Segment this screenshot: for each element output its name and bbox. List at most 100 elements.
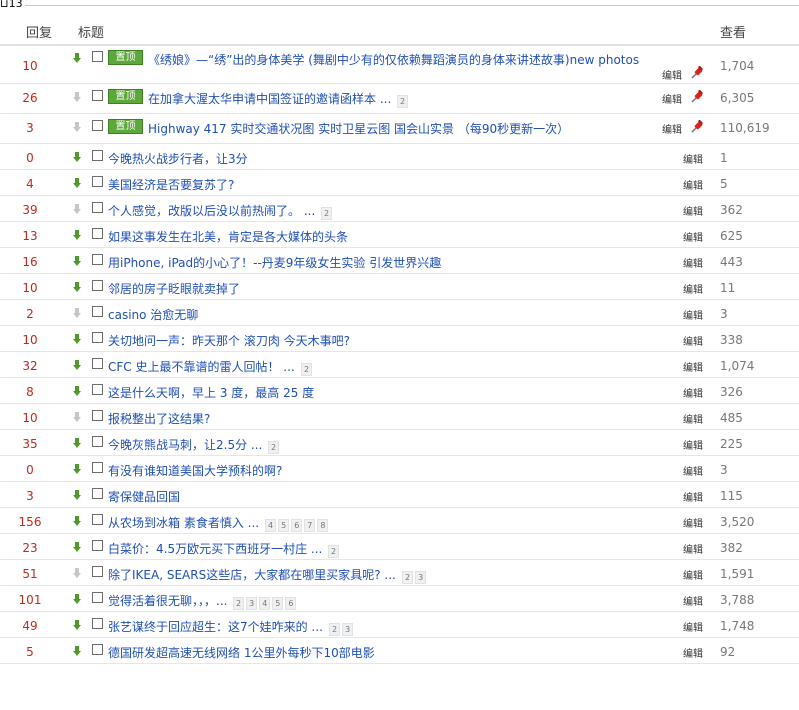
thread-title-link[interactable]: 白菜价：4.5万欧元买下西班牙一村庄 ... bbox=[108, 540, 322, 557]
thread-title-link[interactable]: 寄保健品回国 bbox=[108, 488, 180, 505]
edit-link[interactable]: 编辑 bbox=[683, 359, 703, 374]
edit-link[interactable]: 编辑 bbox=[683, 203, 703, 218]
view-count: 1,748 bbox=[720, 619, 755, 633]
thread-title-link[interactable]: 美国经济是否要复苏了? bbox=[108, 176, 234, 193]
page-link[interactable]: 3 bbox=[246, 597, 258, 610]
thread-title-link[interactable]: 今晚热火战步行者，让3分 bbox=[108, 150, 248, 167]
thread-checkbox[interactable] bbox=[92, 540, 103, 551]
page-link[interactable]: 8 bbox=[317, 519, 329, 532]
thread-checkbox[interactable] bbox=[92, 280, 103, 291]
edit-link[interactable]: 编辑 bbox=[683, 489, 703, 504]
page-link[interactable]: 5 bbox=[278, 519, 290, 532]
thread-checkbox[interactable] bbox=[92, 332, 103, 343]
edit-link[interactable]: 编辑 bbox=[683, 593, 703, 608]
thread-checkbox[interactable] bbox=[92, 592, 103, 603]
thread-title-link[interactable]: 关切地问一声：昨天那个 滚刀肉 今天木事吧? bbox=[108, 332, 350, 349]
edit-link[interactable]: 编辑 bbox=[683, 281, 703, 296]
page-link[interactable]: 7 bbox=[304, 519, 316, 532]
edit-link[interactable]: 编辑 bbox=[662, 67, 682, 82]
edit-link[interactable]: 编辑 bbox=[683, 255, 703, 270]
edit-link[interactable]: 编辑 bbox=[662, 121, 682, 136]
edit-link[interactable]: 编辑 bbox=[683, 437, 703, 452]
page-link[interactable]: 2 bbox=[397, 95, 409, 108]
page-link[interactable]: 6 bbox=[285, 597, 297, 610]
thread-title-link[interactable]: 这是什么天啊，早上 3 度，最高 25 度 bbox=[108, 384, 314, 401]
thread-title-link[interactable]: 张艺谋终于回应超生：这7个娃咋来的 ... bbox=[108, 618, 323, 635]
edit-link[interactable]: 编辑 bbox=[683, 177, 703, 192]
edit-link[interactable]: 编辑 bbox=[683, 567, 703, 582]
thread-title-link[interactable]: 用iPhone, iPad的小心了！--丹麦9年级女生实验 引发世界兴趣 bbox=[108, 254, 441, 271]
page-link[interactable]: 3 bbox=[342, 623, 354, 636]
edit-link[interactable]: 编辑 bbox=[662, 91, 682, 106]
thread-title-link[interactable]: 邻居的房子眨眼就卖掉了 bbox=[108, 280, 240, 297]
thread-title-link[interactable]: Highway 417 实时交通状况图 实时卫星云图 国会山实景 （每90秒更新… bbox=[148, 120, 569, 137]
thread-checkbox[interactable] bbox=[92, 488, 103, 499]
page-links: 2 bbox=[328, 543, 341, 558]
page-link[interactable]: 5 bbox=[272, 597, 284, 610]
edit-link[interactable]: 编辑 bbox=[683, 307, 703, 322]
edit-link[interactable]: 编辑 bbox=[683, 229, 703, 244]
page-link[interactable]: 3 bbox=[415, 571, 427, 584]
thread-checkbox[interactable] bbox=[92, 51, 103, 62]
edit-link[interactable]: 编辑 bbox=[683, 645, 703, 660]
thread-title-link[interactable]: 如果这事发生在北美，肯定是各大媒体的头条 bbox=[108, 228, 348, 245]
thread-title-link[interactable]: 觉得活着很无聊，，，... bbox=[108, 592, 227, 609]
view-count: 338 bbox=[720, 333, 743, 347]
thread-title-link[interactable]: 《绣娘》—“绣”出的身体美学 (舞剧中少有的仅依赖舞蹈演员的身体来讲述故事)ne… bbox=[148, 51, 639, 68]
thread-title-link[interactable]: 除了IKEA, SEARS这些店，大家都在哪里买家具呢? ... bbox=[108, 566, 396, 583]
header-replies[interactable]: 回复 bbox=[26, 22, 52, 41]
thread-title-link[interactable]: 个人感觉，改版以后没以前热闹了。 ... bbox=[108, 202, 315, 219]
page-link[interactable]: 2 bbox=[329, 623, 341, 636]
thread-title-link[interactable]: 德国研发超高速无线网络 1公里外每秒下10部电影 bbox=[108, 644, 375, 661]
thread-checkbox[interactable] bbox=[92, 566, 103, 577]
edit-link[interactable]: 编辑 bbox=[683, 515, 703, 530]
page-link[interactable]: 2 bbox=[301, 363, 313, 376]
thread-checkbox[interactable] bbox=[92, 644, 103, 655]
edit-link[interactable]: 编辑 bbox=[683, 411, 703, 426]
edit-link[interactable]: 编辑 bbox=[683, 151, 703, 166]
page-link[interactable]: 2 bbox=[321, 207, 333, 220]
thread-title-link[interactable]: 从农场到冰箱 素食者慎入 ... bbox=[108, 514, 259, 531]
page-link[interactable]: 2 bbox=[233, 597, 245, 610]
thread-checkbox[interactable] bbox=[92, 150, 103, 161]
thread-list: 10 置顶 《绣娘》—“绣”出的身体美学 (舞剧中少有的仅依赖舞蹈演员的身体来讲述故… bbox=[0, 46, 799, 664]
view-count: 362 bbox=[720, 203, 743, 217]
thread-title-link[interactable]: 在加拿大渥太华申请中国签证的邀请函样本 ... bbox=[148, 90, 391, 107]
thread-checkbox[interactable] bbox=[92, 462, 103, 473]
page-link[interactable]: 4 bbox=[265, 519, 277, 532]
page-link[interactable]: 2 bbox=[328, 545, 340, 558]
thread-checkbox[interactable] bbox=[92, 306, 103, 317]
thread-checkbox[interactable] bbox=[92, 618, 103, 629]
thread-checkbox[interactable] bbox=[92, 228, 103, 239]
thread-checkbox[interactable] bbox=[92, 514, 103, 525]
page-link[interactable]: 6 bbox=[291, 519, 303, 532]
page-link[interactable]: 2 bbox=[402, 571, 414, 584]
thread-checkbox[interactable] bbox=[92, 254, 103, 265]
thread-title-link[interactable]: 报税整出了这结果? bbox=[108, 410, 210, 427]
edit-link[interactable]: 编辑 bbox=[683, 463, 703, 478]
thread-checkbox[interactable] bbox=[92, 202, 103, 213]
thread-checkbox[interactable] bbox=[92, 410, 103, 421]
page-link[interactable]: 2 bbox=[268, 441, 280, 454]
header-title[interactable]: 标题 bbox=[78, 22, 104, 41]
reply-count: 3 bbox=[26, 121, 34, 135]
view-count: 1,591 bbox=[720, 567, 755, 581]
reply-count: 26 bbox=[22, 91, 38, 105]
page-link[interactable]: 4 bbox=[259, 597, 271, 610]
thread-checkbox[interactable] bbox=[92, 358, 103, 369]
thread-title-link[interactable]: 有没有谁知道美国大学预科的啊? bbox=[108, 462, 282, 479]
thread-checkbox[interactable] bbox=[92, 436, 103, 447]
thread-checkbox[interactable] bbox=[92, 90, 103, 101]
edit-link[interactable]: 编辑 bbox=[683, 333, 703, 348]
header-views[interactable]: 查看 bbox=[720, 22, 746, 41]
pinned-badge: 置顶 bbox=[108, 50, 143, 65]
thread-checkbox[interactable] bbox=[92, 384, 103, 395]
edit-link[interactable]: 编辑 bbox=[683, 619, 703, 634]
edit-link[interactable]: 编辑 bbox=[683, 385, 703, 400]
edit-link[interactable]: 编辑 bbox=[683, 541, 703, 556]
thread-checkbox[interactable] bbox=[92, 120, 103, 131]
thread-title-link[interactable]: CFC 史上最不靠谱的雷人回帖！ ... bbox=[108, 358, 295, 375]
thread-checkbox[interactable] bbox=[92, 176, 103, 187]
thread-title-link[interactable]: casino 治愈无聊 bbox=[108, 306, 198, 323]
thread-title-link[interactable]: 今晚灰熊战马刺，让2.5分 ... bbox=[108, 436, 262, 453]
